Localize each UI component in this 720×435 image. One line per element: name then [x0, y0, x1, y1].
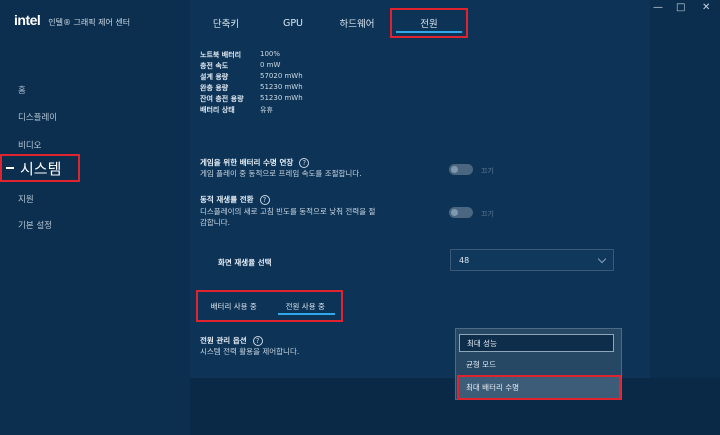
info-key: 완충 용량 [200, 84, 229, 92]
info-row: 설계 용량 57020 mWh [200, 72, 303, 83]
refresh-rate-select[interactable]: 48 [450, 249, 614, 271]
info-key: 잔여 충전 용량 [200, 95, 244, 103]
tab-plugged-in[interactable]: 전원 사용 중 [270, 292, 342, 320]
gaming-battery-toggle[interactable] [449, 164, 473, 175]
refresh-rate-value: 48 [459, 255, 470, 265]
info-value: 0 mW [260, 61, 281, 69]
sidebar-item-display[interactable]: 디스플레이 [18, 111, 57, 123]
gaming-battery-title: 게임을 위한 배터리 수명 연장 ? [200, 157, 310, 168]
sidebar-item-video[interactable]: 비디오 [18, 139, 41, 151]
gaming-battery-desc: 게임 플레이 중 동적으로 프레임 속도를 조절합니다. [200, 169, 362, 178]
tab-hardware[interactable]: 하드웨어 [324, 8, 390, 38]
option-balanced[interactable]: 균형 모드 [459, 355, 614, 373]
power-source-tabs: 배터리 사용 중 전원 사용 중 [196, 290, 343, 322]
dynamic-refresh-desc-line2: 감합니다. [200, 218, 230, 227]
info-value: 51230 mWh [260, 94, 303, 102]
help-icon[interactable]: ? [259, 194, 270, 205]
active-indicator [6, 167, 14, 169]
intel-logo: intel [14, 12, 41, 28]
power-plan-dropdown: 최대 성능 균형 모드 최대 배터리 수명 [455, 328, 622, 400]
sidebar-item-home[interactable]: 홈 [18, 84, 26, 96]
info-key: 노트북 배터리 [200, 51, 242, 59]
option-max-battery-life[interactable]: 최대 배터리 수명 [457, 375, 621, 400]
sidebar-item-system[interactable]: 시스템 [0, 154, 80, 182]
setting-title-text: 게임을 위한 배터리 수명 연장 [200, 158, 294, 167]
dynamic-refresh-toggle-label: 끄기 [481, 210, 494, 218]
app-title: 인텔® 그래픽 제어 센터 [48, 18, 131, 27]
help-icon[interactable]: ? [299, 157, 310, 168]
help-icon[interactable]: ? [252, 335, 263, 346]
info-key: 충전 속도 [200, 62, 229, 70]
sidebar-item-support[interactable]: 지원 [18, 193, 34, 205]
info-key: 설계 용량 [200, 73, 229, 81]
gaming-battery-toggle-label: 끄기 [481, 167, 494, 175]
dynamic-refresh-desc-line1: 디스플레이의 새로 고침 빈도를 동적으로 낮춰 전력을 절 [200, 207, 376, 216]
dynamic-refresh-toggle[interactable] [449, 207, 473, 218]
tab-power[interactable]: 전원 [390, 8, 468, 38]
info-row: 충전 속도 0 mW [200, 61, 303, 72]
info-value: 유휴 [260, 106, 273, 114]
info-key: 배터리 상태 [200, 106, 235, 114]
power-options-desc: 시스템 전력 활용을 제어합니다. [200, 347, 300, 356]
toggle-knob [451, 209, 458, 216]
info-row: 노트북 배터리 100% [200, 50, 303, 61]
info-value: 100% [260, 50, 281, 58]
minimize-button[interactable]: — [653, 2, 663, 13]
battery-info: 노트북 배터리 100% 충전 속도 0 mW 설계 용량 57020 mWh 완충 … [200, 50, 303, 116]
dynamic-refresh-title: 동적 재생률 전환 ? [200, 194, 270, 205]
info-value: 57020 mWh [260, 72, 303, 80]
sidebar [0, 0, 190, 435]
info-row: 배터리 상태 유휴 [200, 105, 303, 116]
info-row: 완충 용량 51230 mWh [200, 83, 303, 94]
tab-on-battery[interactable]: 배터리 사용 중 [198, 292, 270, 320]
power-options-title: 전원 관리 옵션 ? [200, 335, 263, 346]
refresh-rate-label: 화면 재생율 선택 [218, 258, 272, 267]
brand: intel 인텔® 그래픽 제어 센터 [14, 12, 130, 28]
info-value: 51230 mWh [260, 83, 303, 91]
right-pane [650, 0, 720, 435]
sidebar-item-label: 시스템 [20, 159, 62, 178]
setting-title-text: 동적 재생률 전환 [200, 195, 254, 204]
close-button[interactable]: ✕ [702, 2, 710, 13]
option-max-performance[interactable]: 최대 성능 [459, 334, 614, 352]
chevron-down-icon [597, 254, 607, 263]
tab-gpu[interactable]: GPU [262, 8, 324, 38]
setting-title-text: 전원 관리 옵션 [200, 336, 247, 345]
sidebar-item-preferences[interactable]: 기본 설정 [18, 219, 52, 231]
info-row: 잔여 충전 용량 51230 mWh [200, 94, 303, 105]
tab-bar: 단축키 GPU 하드웨어 전원 [190, 8, 468, 42]
tab-shortcuts[interactable]: 단축키 [190, 8, 262, 38]
toggle-knob [451, 166, 458, 173]
maximize-button[interactable]: □ [676, 2, 685, 13]
